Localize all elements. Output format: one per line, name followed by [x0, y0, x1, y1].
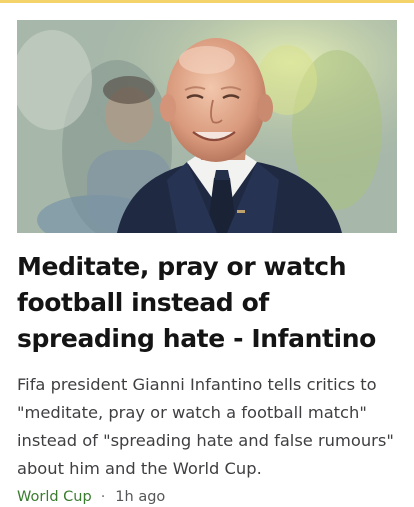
topic-link[interactable]: World Cup: [17, 489, 92, 505]
article-summary: Fifa president Gianni Infantino tells cr…: [17, 375, 394, 478]
portrait-illustration: [17, 20, 397, 233]
article-card[interactable]: Meditate, pray or watch football instead…: [0, 3, 414, 505]
article-meta: World Cup · 1h ago: [17, 487, 397, 507]
article-headline[interactable]: Meditate, pray or watch football instead…: [17, 249, 397, 357]
timestamp: 1h ago: [115, 489, 166, 505]
meta-separator: ·: [100, 489, 106, 505]
article-image[interactable]: [17, 20, 397, 233]
